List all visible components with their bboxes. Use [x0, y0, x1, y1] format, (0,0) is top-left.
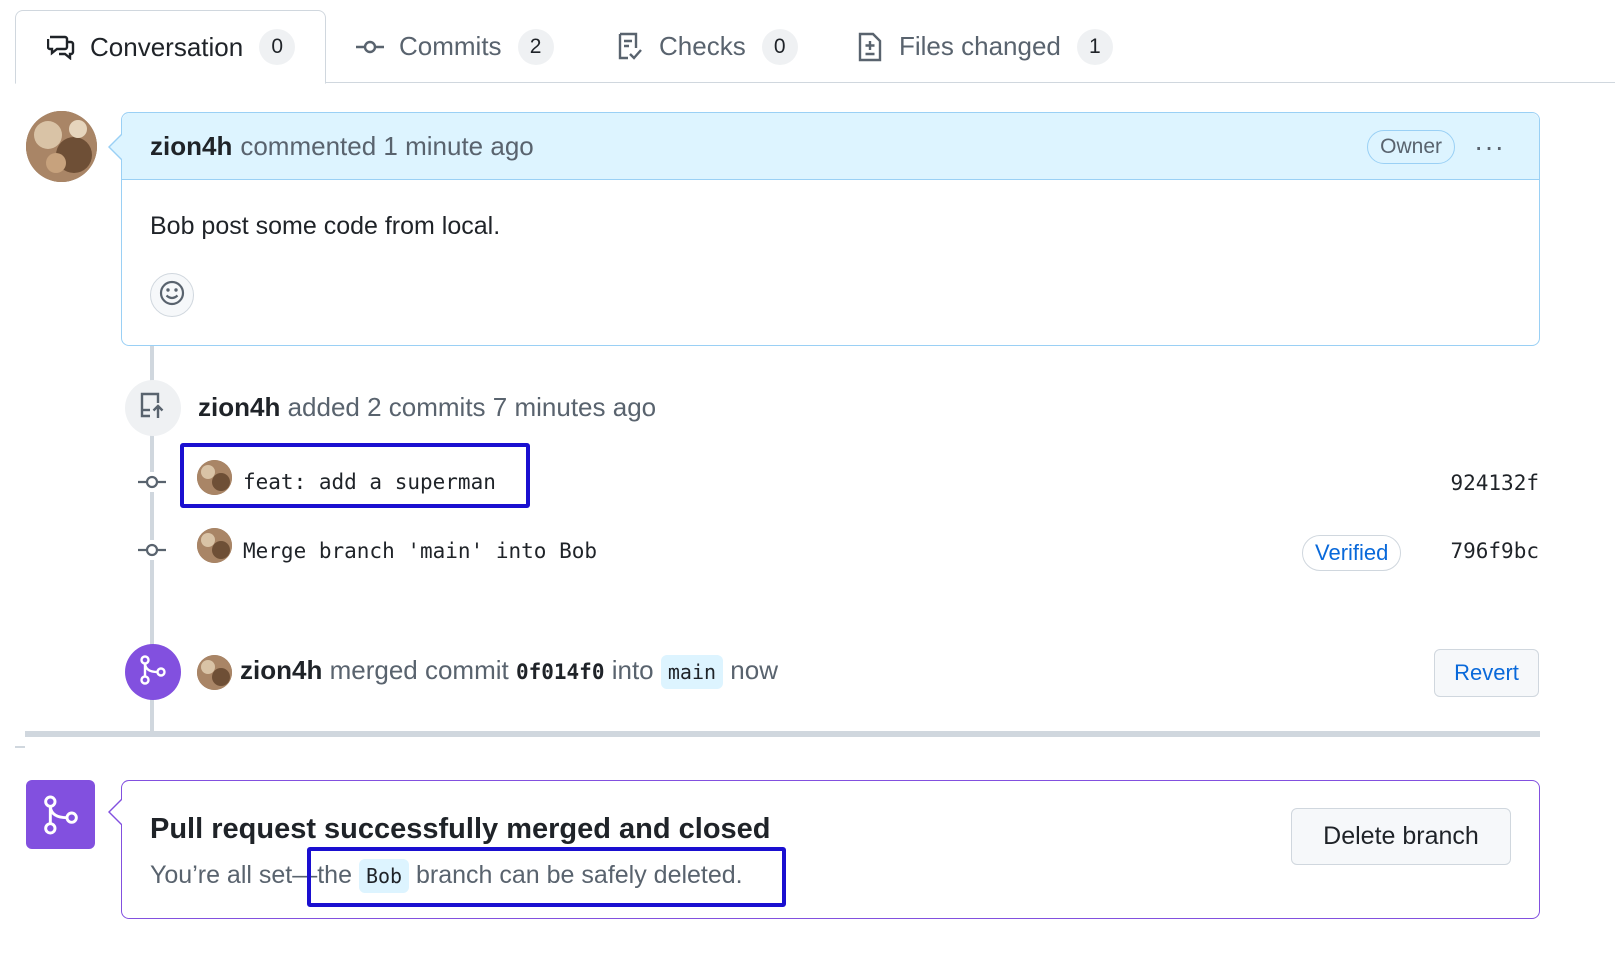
commit-message-link[interactable]: Merge branch 'main' into Bob	[243, 539, 597, 563]
git-commit-icon	[138, 540, 166, 560]
merge-action: merged commit	[329, 655, 509, 685]
commit-sha-link[interactable]: 924132f	[1450, 471, 1539, 495]
merge-author[interactable]: zion4h	[240, 655, 322, 685]
merge-time[interactable]: now	[730, 655, 778, 685]
add-reaction-button[interactable]	[150, 273, 194, 317]
highlight-box	[180, 443, 530, 508]
avatar[interactable]	[197, 655, 232, 690]
push-author[interactable]: zion4h	[198, 392, 280, 422]
commit-sha-link[interactable]: 796f9bc	[1450, 539, 1539, 563]
comment-header: zion4h commented 1 minute ago Owner ···	[122, 113, 1539, 180]
tab-checks-label: Checks	[659, 31, 746, 61]
tab-conversation-count: 0	[259, 29, 296, 65]
highlight-box	[307, 847, 786, 907]
git-commit-icon	[355, 32, 385, 62]
tab-files-changed-label: Files changed	[899, 31, 1061, 61]
tab-commits-count: 2	[517, 28, 554, 65]
pr-tabs: Conversation 0 Commits 2 Checks 0 Files …	[0, 0, 1615, 84]
git-merge-icon	[139, 654, 167, 690]
comment-discussion-icon	[46, 32, 76, 62]
merge-into-text: into	[611, 655, 654, 685]
repo-push-icon	[139, 392, 167, 425]
file-diff-icon	[855, 32, 885, 62]
kebab-menu-icon[interactable]: ···	[1474, 131, 1505, 163]
repo-push-badge	[125, 380, 181, 436]
avatar[interactable]	[197, 528, 232, 563]
delete-branch-button[interactable]: Delete branch	[1291, 808, 1511, 865]
tab-checks[interactable]: Checks 0	[615, 10, 798, 83]
comment-author[interactable]: zion4h	[150, 131, 232, 162]
verified-badge[interactable]: Verified	[1302, 535, 1402, 571]
tab-checks-count: 0	[761, 28, 798, 65]
smiley-icon	[159, 280, 185, 311]
comment-caret-inner	[110, 135, 122, 159]
tab-files-changed-count: 1	[1076, 28, 1113, 65]
avatar[interactable]	[26, 111, 97, 182]
revert-button[interactable]: Revert	[1434, 649, 1539, 697]
merge-commit-sha[interactable]: 0f014f0	[516, 660, 605, 684]
merge-event-text: zion4h merged commit 0f014f0 into main n…	[240, 655, 778, 689]
merged-title: Pull request successfully merged and clo…	[150, 813, 771, 845]
push-event-text: zion4h added 2 commits 7 minutes ago	[198, 392, 656, 423]
tab-commits-label: Commits	[399, 31, 502, 61]
base-branch-label[interactable]: main	[660, 655, 724, 689]
tab-conversation[interactable]: Conversation 0	[15, 10, 326, 84]
tab-commits[interactable]: Commits 2	[355, 10, 554, 83]
owner-badge: Owner	[1367, 130, 1455, 164]
merged-box-caret-inner	[110, 800, 122, 824]
comment-time[interactable]: 1 minute ago	[383, 131, 533, 162]
comment-card: zion4h commented 1 minute ago Owner ··· …	[121, 112, 1540, 346]
comment-body: Bob post some code from local.	[150, 212, 501, 240]
timeline-divider	[25, 731, 1540, 737]
git-commit-icon	[138, 472, 166, 492]
tab-files-changed[interactable]: Files changed 1	[855, 10, 1113, 83]
push-event-description: added 2 commits 7 minutes ago	[287, 392, 657, 422]
git-merge-icon	[26, 780, 95, 849]
divider-tick	[15, 746, 25, 748]
checklist-icon	[615, 32, 645, 62]
git-merge-badge	[125, 644, 181, 700]
tab-conversation-label: Conversation	[90, 31, 244, 62]
comment-action: commented	[240, 130, 377, 161]
